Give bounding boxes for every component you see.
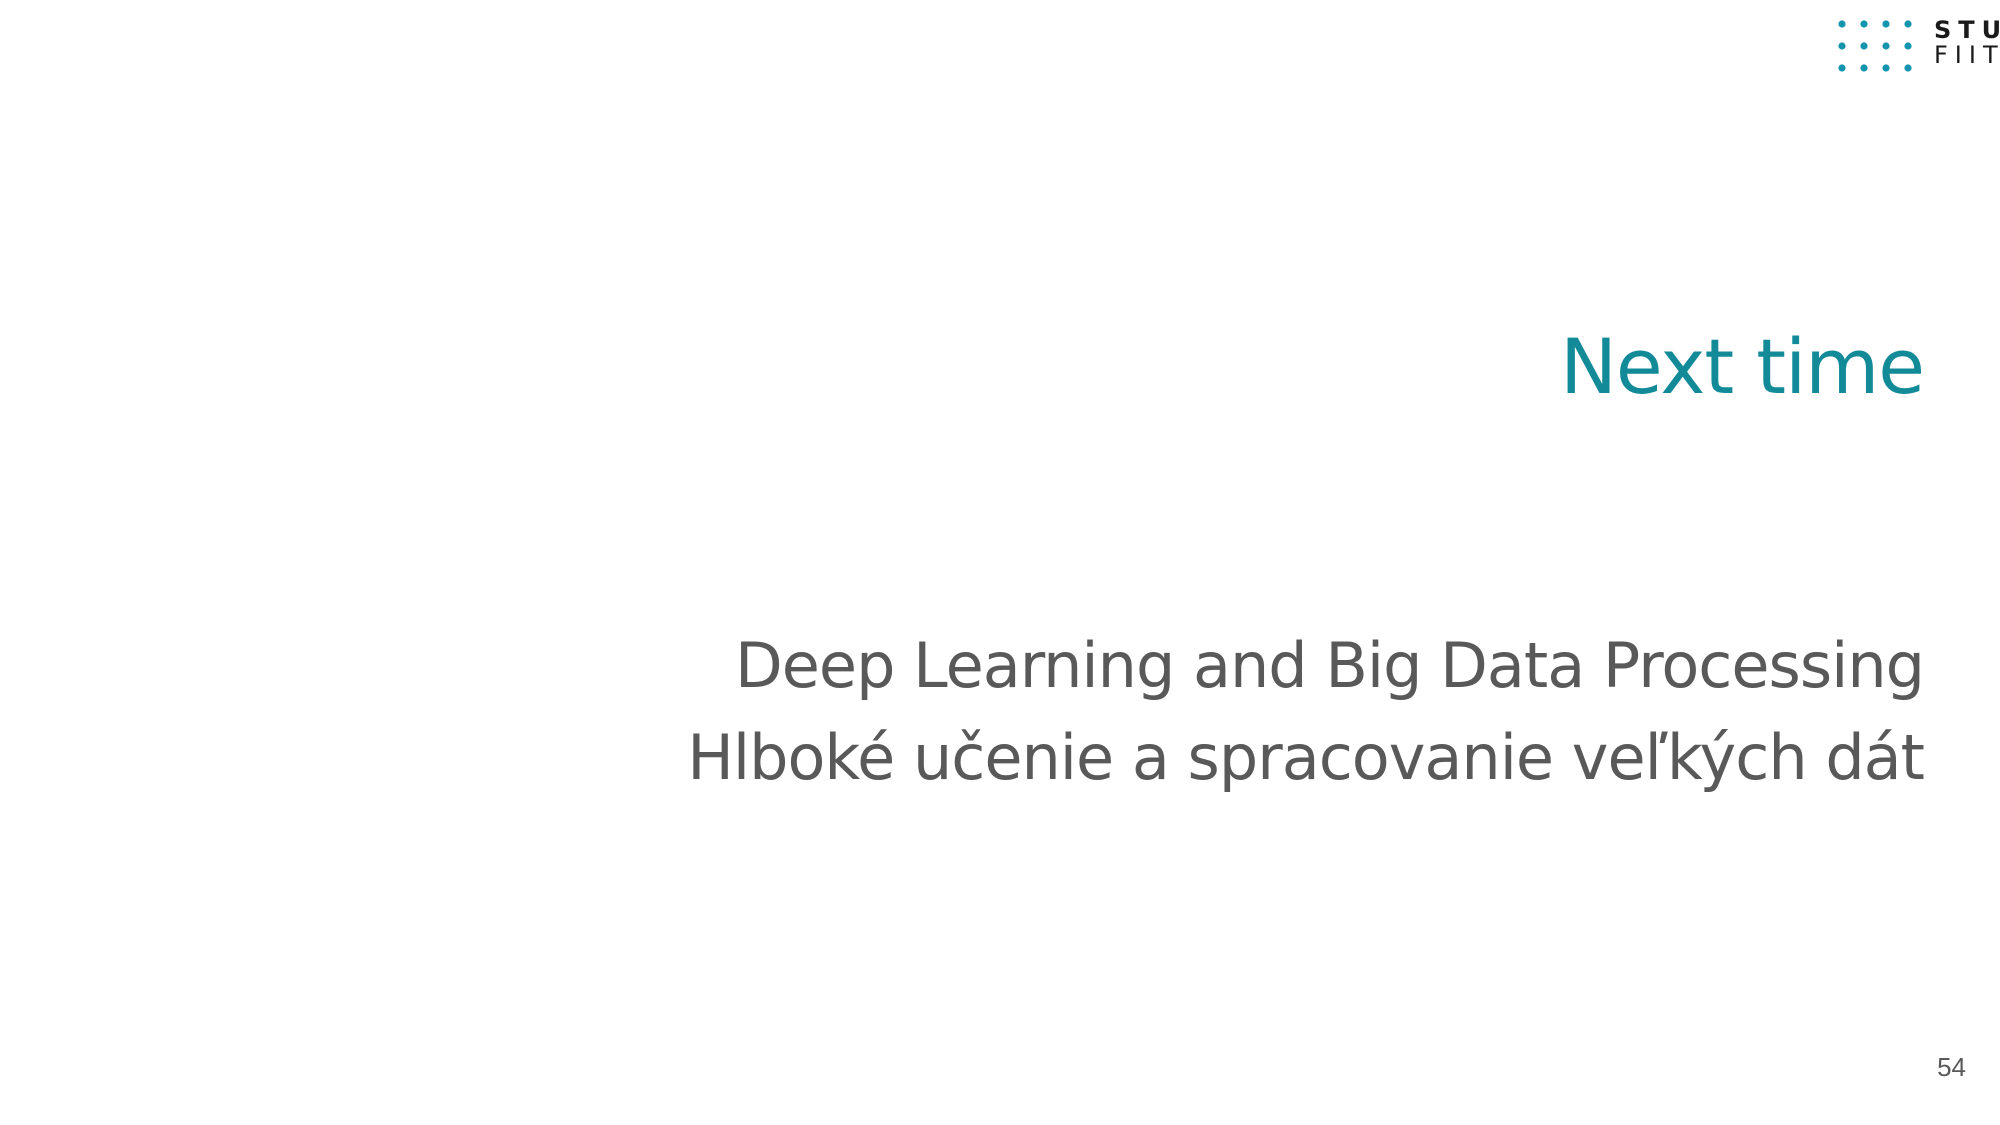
slide-title: Next time: [1560, 322, 1925, 411]
logo-line-fiit: FIIT: [1934, 41, 2000, 69]
logo-dots-icon: [1838, 20, 1912, 72]
logo-text: STU FIIT: [1934, 18, 2000, 68]
subtitle-line-slovak: Hlboké učenie a spracovanie veľkých dát: [687, 721, 1925, 794]
subtitle-line-english: Deep Learning and Big Data Processing: [735, 629, 1925, 702]
logo-line-stu: STU: [1934, 16, 2000, 44]
page-number: 54: [1937, 1052, 1966, 1082]
stu-fiit-logo: STU FIIT: [1838, 18, 2000, 74]
slide: STU FIIT Next time Deep Learning and Big…: [0, 0, 2000, 1125]
slide-subtitle: Deep Learning and Big Data Processing Hl…: [687, 620, 1925, 804]
